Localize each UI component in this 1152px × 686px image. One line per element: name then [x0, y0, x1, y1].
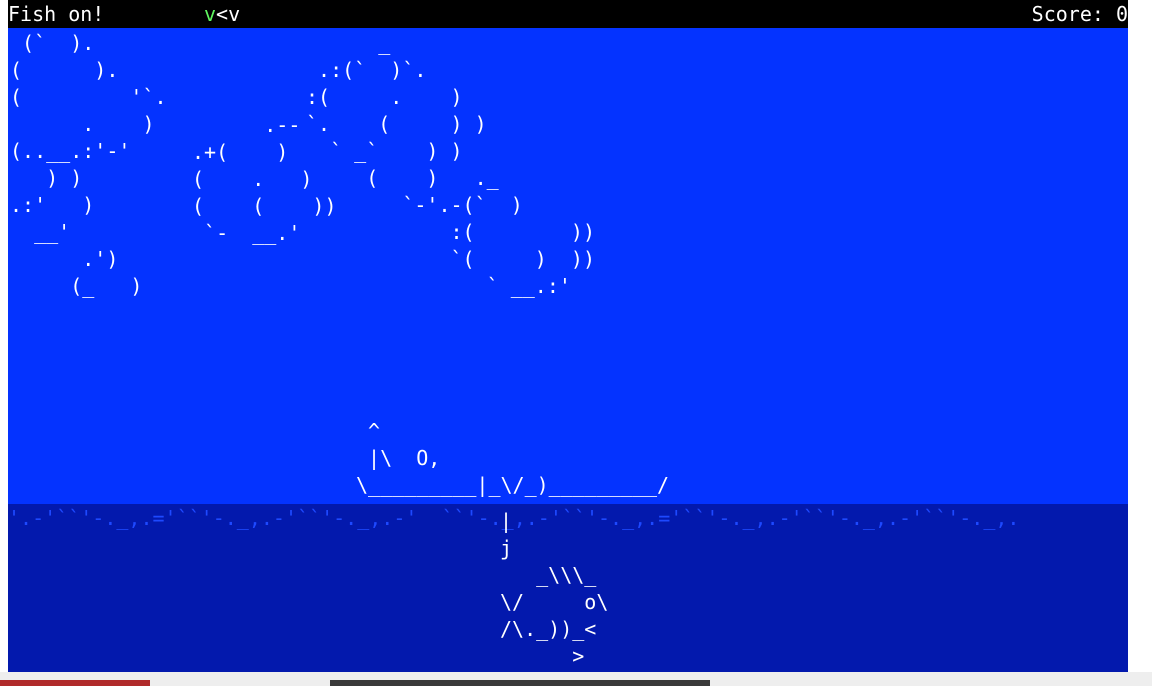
cloud-left: (` ). ( ). ( '`. . ) (..__.:'-' ) ) .:' … [10, 31, 167, 298]
game-terminal: Fish on! v<v Score: 0 (` ). ( ). ( '`. .… [8, 0, 1128, 672]
water-surface-waves: '.-'``'-._,.='``'-._,.-'``'-._,.-' ``'-.… [8, 506, 1020, 530]
status-message: Fish on! [8, 2, 105, 26]
cloud-right: _ .:(` )`. :( . ) `. ( ) ) ` _` ) ) ( ) … [306, 31, 595, 298]
bottom-edge-red-segment [0, 680, 150, 686]
window-bottom-edge [0, 672, 1152, 686]
bite-indicator-rest: <v [216, 2, 241, 26]
bottom-edge-dark-segment [330, 680, 710, 686]
status-bar: Fish on! v<v Score: 0 [8, 0, 1128, 28]
bite-indicator-active: v [204, 2, 217, 26]
fishing-line: | j [500, 509, 513, 560]
score-display: Score: 0 [1031, 2, 1128, 26]
bite-indicator: v<v [204, 0, 240, 28]
boat-with-fisher: ^ |\ O, \_________|_\/_)_________/ [356, 419, 670, 497]
hooked-fish: _\\\_ \/ o\ /\._))_< > [500, 563, 609, 668]
